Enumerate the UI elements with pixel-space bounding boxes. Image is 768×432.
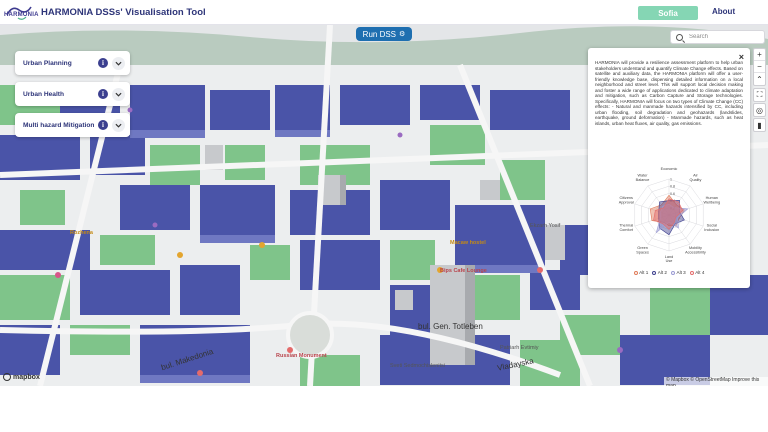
radar-tick-label: 0.8 <box>670 185 675 189</box>
radar-axis-label: Land Use <box>665 255 673 263</box>
radar-axis-label: Mobility Accessibility <box>685 246 706 254</box>
info-icon[interactable]: i <box>98 58 108 68</box>
search-icon <box>676 33 683 41</box>
zoom-out-icon[interactable]: − <box>754 61 765 73</box>
category-urban-health[interactable]: Urban Health i <box>15 82 130 106</box>
mapbox-icon <box>3 373 11 381</box>
zoom-controls: + − ⌃ <box>753 48 766 86</box>
page-title: HARMONIA DSSs' Visualisation Tool <box>41 7 206 18</box>
info-icon[interactable]: i <box>98 120 108 130</box>
radar-axis-label: Green Spaces <box>636 246 649 254</box>
category-label: Urban Planning <box>23 59 72 67</box>
radar-chart: Economic Air Quality Human Wellbeing Social In… <box>619 167 720 263</box>
legend-label: Alt 3 <box>676 270 686 275</box>
map-label-russian-monument[interactable]: Russian Monument <box>276 353 327 359</box>
locate-icon[interactable]: ◎ <box>754 104 765 116</box>
map-label-street-1: Ekzarh Yosif <box>530 223 561 229</box>
category-label: Urban Health <box>23 90 65 98</box>
radar-tick-label: 1 <box>670 178 672 182</box>
info-panel: × HARMONIA will provide a resilience ass… <box>588 48 750 288</box>
legend-swatch <box>689 270 694 275</box>
run-dss-label: Run DSS <box>362 29 397 39</box>
legend-swatch <box>633 270 638 275</box>
legend-item[interactable]: Alt 4 <box>689 270 705 275</box>
map-label-street-3: Patriarh Evtimiy <box>500 345 539 351</box>
map-attribution[interactable]: © Mapbox © OpenStreetMap Improve this ma… <box>664 377 768 386</box>
mapbox-wordmark: mapbox <box>13 373 40 381</box>
radar-axis-label: Water Balance <box>636 173 650 181</box>
bar-chart-icon[interactable]: ▮ <box>754 119 765 131</box>
app-window: Russian Monument Bips Cafe Lounge Rozhen… <box>0 0 768 386</box>
zoom-in-icon[interactable]: + <box>754 49 765 61</box>
legend-swatch <box>652 270 657 275</box>
about-link[interactable]: About <box>712 7 735 16</box>
fullscreen-icon[interactable]: ⛶ <box>754 89 765 101</box>
category-multi-hazard[interactable]: Multi hazard Mitigation i <box>15 113 130 137</box>
legend-swatch <box>671 270 675 275</box>
chevron-down-icon[interactable] <box>112 56 125 70</box>
radar-axis-label: Economic <box>661 167 678 171</box>
top-bar: HARMONIA HARMONIA DSSs' Visualisation To… <box>0 0 768 25</box>
legend-item[interactable]: Alt 2 <box>652 270 667 275</box>
radar-axis-label: Citizens Approval <box>619 196 634 204</box>
radar-axis-label: Thermal Comfort <box>619 224 634 232</box>
locate-control: ◎ <box>753 103 766 117</box>
map-label-poi-1[interactable]: Rozhenа <box>70 230 93 236</box>
radar-axis-label: Human Wellbeing <box>703 196 720 204</box>
street-label-totleben: bul. Gen. Totleben <box>418 322 483 331</box>
legend-item[interactable]: Alt 1 <box>633 270 649 275</box>
compass-icon[interactable]: ⌃ <box>754 73 765 85</box>
chart-legend: Alt 1 Alt 2 Alt 3 Alt 4 <box>588 270 750 275</box>
gear-icon: ⚙ <box>399 31 406 38</box>
search-box[interactable] <box>670 30 765 44</box>
radar-tick-label: 0.6 <box>670 192 675 196</box>
city-select-button[interactable]: Sofia <box>638 6 698 20</box>
run-dss-button[interactable]: Run DSS ⚙ <box>356 27 412 41</box>
chevron-down-icon[interactable] <box>112 118 125 132</box>
radar-axis-label: Social Inclusion <box>704 224 719 232</box>
category-label: Multi hazard Mitigation <box>23 121 95 129</box>
logo-wordmark: HARMONIA <box>4 12 39 18</box>
map-tools: ⛶ <box>753 88 766 102</box>
legend-label: Alt 4 <box>695 270 705 275</box>
info-icon[interactable]: i <box>98 89 108 99</box>
map-label-poi-2[interactable]: Macaw hostel <box>450 240 486 246</box>
legend-label: Alt 1 <box>639 270 649 275</box>
chevron-down-icon[interactable] <box>112 87 125 101</box>
info-panel-text: HARMONIA will provide a resilience asses… <box>595 60 743 126</box>
legend-label: Alt 2 <box>657 270 667 275</box>
search-input[interactable] <box>689 34 759 40</box>
map-label-cafe[interactable]: Bips Cafe Lounge <box>440 268 487 274</box>
chart-toggle-control: ▮ <box>753 118 766 132</box>
radar-axis-label: Air Quality <box>690 173 702 181</box>
category-urban-planning[interactable]: Urban Planning i <box>15 51 130 75</box>
mapbox-logo[interactable]: mapbox <box>3 373 40 381</box>
map-label-street-2: Sveti Sedmochislenitsi <box>390 363 446 369</box>
legend-item[interactable]: Alt 3 <box>671 270 686 275</box>
